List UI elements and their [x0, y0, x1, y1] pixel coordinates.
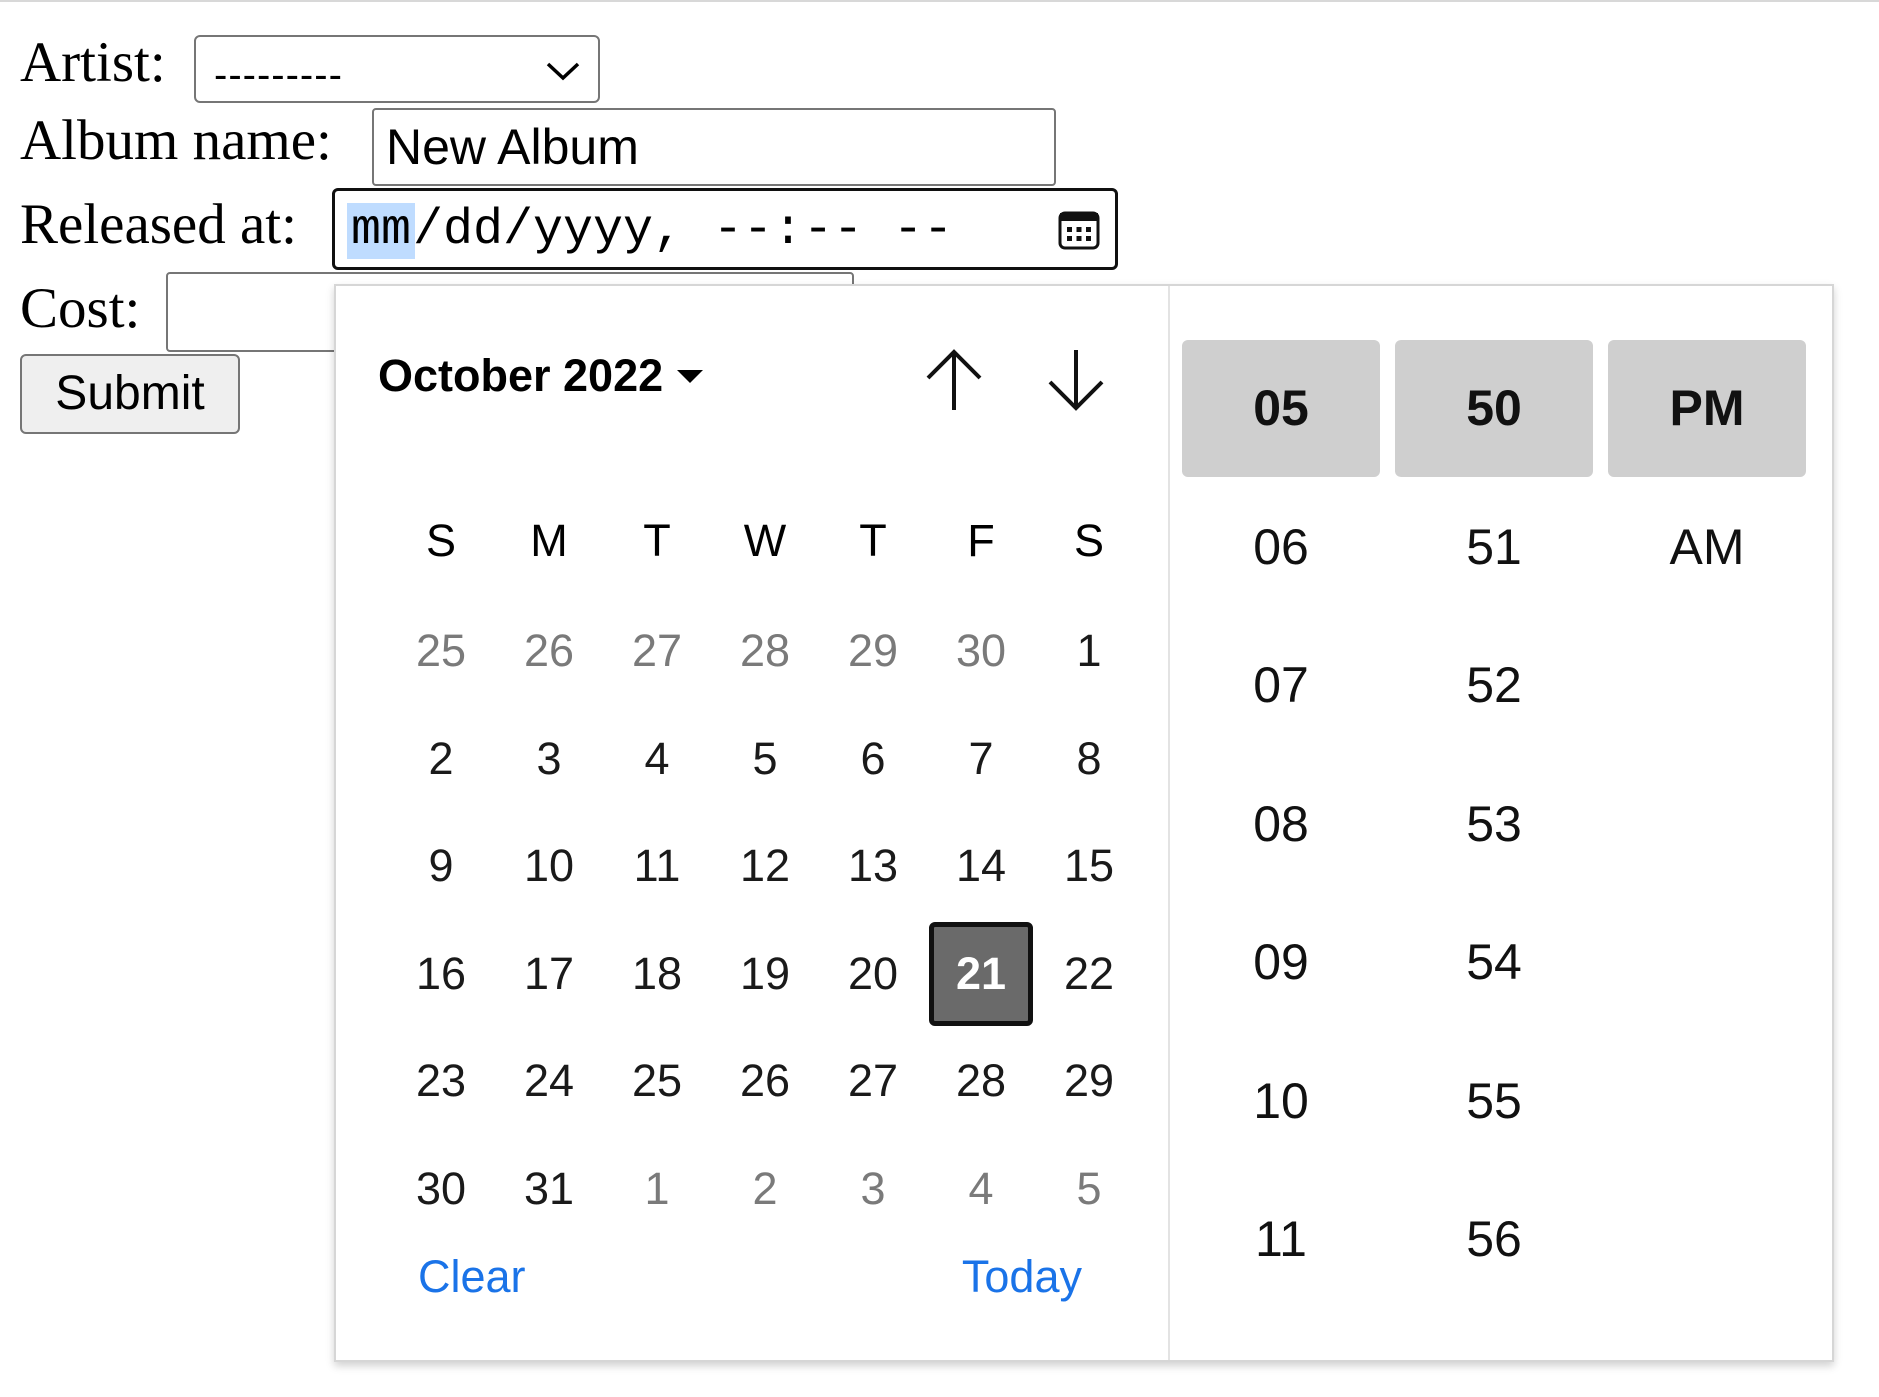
day-cell[interactable]: 31 [497, 1137, 601, 1241]
day-cell[interactable]: 5 [713, 707, 817, 811]
minute-option[interactable]: 55 [1395, 1033, 1593, 1170]
day-cell[interactable]: 1 [605, 1137, 709, 1241]
day-cell[interactable]: 26 [713, 1029, 817, 1133]
hour-option[interactable]: 07 [1182, 617, 1380, 754]
arrow-up-icon[interactable] [918, 344, 990, 416]
day-cell[interactable]: 14 [929, 814, 1033, 918]
album-name-label: Album name: [20, 109, 332, 172]
day-cell[interactable]: 9 [389, 814, 493, 918]
hour-option[interactable]: 08 [1182, 756, 1380, 893]
minute-option[interactable]: 52 [1395, 617, 1593, 754]
datetime-picker: October 2022 SMTWTFS 25 26 27 28 29 30 1 2 3 4 5 6 7… [334, 284, 1834, 1362]
date-time-segments[interactable]: /dd/yyyy, --:-- -- [413, 203, 953, 259]
hour-option[interactable]: 09 [1182, 894, 1380, 1031]
day-cell[interactable]: 17 [497, 922, 601, 1026]
weekday-label: M [530, 515, 568, 566]
day-cell[interactable]: 30 [929, 599, 1033, 703]
day-cell[interactable]: 29 [821, 599, 925, 703]
day-cell[interactable]: 5 [1037, 1137, 1141, 1241]
weekday-label: W [743, 515, 787, 566]
hour-option[interactable]: 06 [1182, 479, 1380, 616]
hour-option[interactable]: 05 [1182, 340, 1380, 477]
artist-label: Artist: [20, 31, 166, 94]
day-cell[interactable]: 22 [1037, 922, 1141, 1026]
month-year-selector[interactable]: October 2022 [378, 346, 704, 406]
today-button[interactable]: Today [962, 1247, 1082, 1307]
hour-option[interactable]: 11 [1182, 1171, 1380, 1308]
day-cell[interactable]: 30 [389, 1137, 493, 1241]
caret-down-icon [677, 369, 704, 383]
day-cell[interactable]: 27 [605, 599, 709, 703]
day-cell[interactable]: 23 [389, 1029, 493, 1133]
day-cell[interactable]: 4 [605, 707, 709, 811]
top-border [0, 0, 1879, 2]
day-cell[interactable]: 4 [929, 1137, 1033, 1241]
day-cell[interactable]: 12 [713, 814, 817, 918]
day-cell[interactable]: 6 [821, 707, 925, 811]
day-cell[interactable]: 26 [497, 599, 601, 703]
day-cell[interactable]: 15 [1037, 814, 1141, 918]
time-panel: 05 06 07 08 09 10 11 50 51 52 53 54 55 56 PM AM [1170, 286, 1834, 1360]
meridiem-option[interactable]: AM [1608, 479, 1806, 616]
minute-option[interactable]: 56 [1395, 1171, 1593, 1308]
day-cell[interactable]: 2 [713, 1137, 817, 1241]
day-cell[interactable]: 11 [605, 814, 709, 918]
day-cell[interactable]: 27 [821, 1029, 925, 1133]
day-grid: 25 26 27 28 29 30 1 2 3 4 5 6 7 8 9 10 11 12 13 14 15 16 17 18 1… [387, 599, 1137, 1239]
day-cell[interactable]: 28 [929, 1029, 1033, 1133]
day-cell[interactable]: 29 [1037, 1029, 1141, 1133]
day-cell[interactable]: 10 [497, 814, 601, 918]
day-cell[interactable]: 3 [821, 1137, 925, 1241]
day-cell[interactable]: 3 [497, 707, 601, 811]
calendar-icon[interactable] [1057, 208, 1101, 252]
day-cell[interactable]: 2 [389, 707, 493, 811]
day-cell[interactable]: 18 [605, 922, 709, 1026]
day-cell[interactable]: 20 [821, 922, 925, 1026]
weekday-label: T [643, 515, 671, 566]
submit-button[interactable]: Submit [20, 354, 240, 434]
minute-option[interactable]: 51 [1395, 479, 1593, 616]
day-cell[interactable]: 25 [605, 1029, 709, 1133]
clear-button[interactable]: Clear [418, 1247, 526, 1307]
weekday-label: S [1073, 515, 1104, 566]
weekday-label: F [967, 515, 995, 566]
day-cell[interactable]: 7 [929, 707, 1033, 811]
released-at-label: Released at: [20, 193, 297, 256]
weekday-header: SMTWTFS [387, 491, 1137, 591]
month-segment[interactable]: mm [347, 203, 416, 259]
released-at-input[interactable]: mm /dd/yyyy, --:-- -- [332, 188, 1118, 270]
day-cell-selected[interactable]: 21 [929, 921, 1033, 1026]
day-cell[interactable]: 8 [1037, 707, 1141, 811]
artist-select-value: --------- [214, 53, 343, 97]
day-cell[interactable]: 24 [497, 1029, 601, 1133]
album-name-input[interactable] [372, 108, 1056, 186]
cost-label: Cost: [20, 277, 141, 340]
weekday-label: S [425, 515, 456, 566]
calendar-panel: October 2022 SMTWTFS 25 26 27 28 29 30 1 2 3 4 5 6 7… [336, 286, 1168, 1360]
day-cell[interactable]: 25 [389, 599, 493, 703]
day-cell[interactable]: 13 [821, 814, 925, 918]
day-cell[interactable]: 19 [713, 922, 817, 1026]
artist-select[interactable]: --------- [194, 35, 600, 103]
meridiem-option[interactable]: PM [1608, 340, 1806, 477]
month-year-label: October 2022 [378, 350, 664, 401]
day-cell[interactable]: 28 [713, 599, 817, 703]
arrow-down-icon[interactable] [1040, 344, 1112, 416]
day-cell[interactable]: 16 [389, 922, 493, 1026]
chevron-down-icon [546, 62, 580, 81]
minute-option[interactable]: 50 [1395, 340, 1593, 477]
day-cell[interactable]: 1 [1037, 599, 1141, 703]
minute-option[interactable]: 54 [1395, 894, 1593, 1031]
hour-option[interactable]: 10 [1182, 1033, 1380, 1170]
weekday-label: T [859, 515, 887, 566]
minute-option[interactable]: 53 [1395, 756, 1593, 893]
